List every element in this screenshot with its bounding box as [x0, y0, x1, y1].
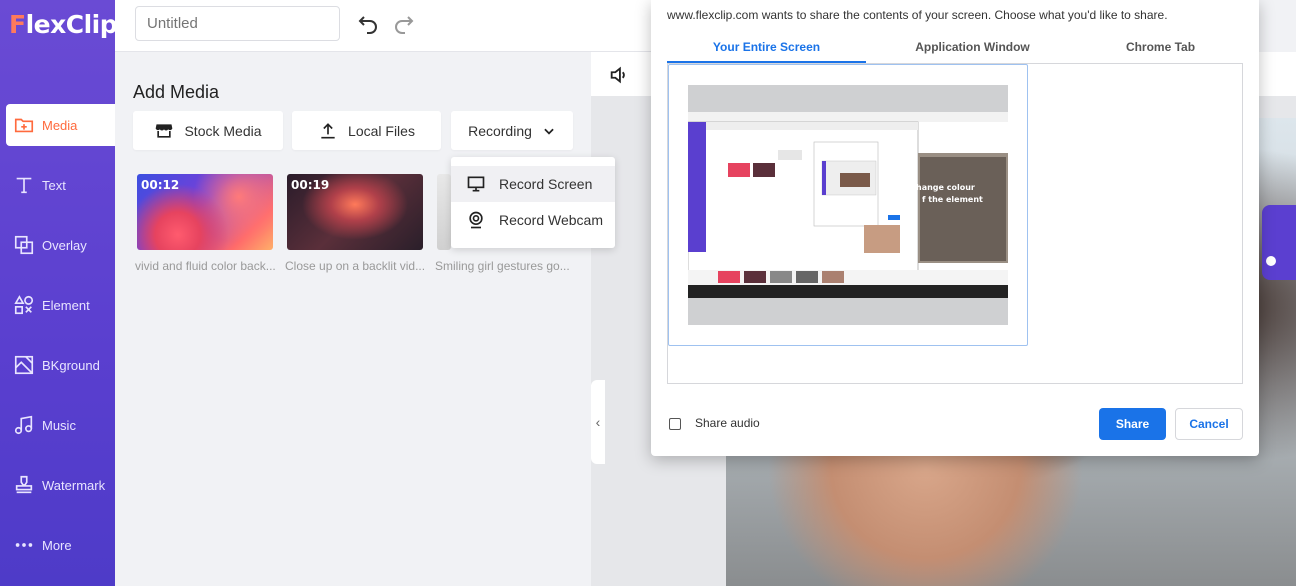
monitor-icon	[467, 176, 485, 192]
upload-icon	[321, 122, 335, 138]
sidebar-item-more[interactable]: More	[6, 524, 115, 566]
record-screen-label: Record Screen	[499, 176, 593, 192]
media-thumbnail[interactable]	[437, 174, 451, 250]
chevron-down-icon	[544, 128, 554, 135]
sidebar-item-label: Watermark	[42, 477, 106, 493]
flexclip-logo[interactable]: FlexClip	[9, 10, 118, 39]
panel-title: Add Media	[133, 82, 220, 102]
project-title-input[interactable]	[135, 6, 340, 41]
music-note-icon	[6, 414, 42, 436]
tab-chrome-tab[interactable]: Chrome Tab	[1071, 40, 1250, 54]
media-caption: vivid and fluid color back...	[135, 259, 275, 273]
svg-text:f the element: f the element	[922, 195, 983, 204]
screen-thumbnail: hange colour f the element	[688, 85, 1008, 325]
watermark-stamp-icon	[6, 474, 42, 496]
media-caption: Close up on a backlit vid...	[285, 259, 425, 273]
text-icon	[6, 174, 42, 196]
sidebar-item-watermark[interactable]: Watermark	[6, 464, 115, 506]
local-files-label: Local Files	[348, 122, 415, 139]
sidebar-item-label: More	[42, 537, 72, 553]
side-panel-tab[interactable]	[1262, 205, 1296, 280]
recording-label: Recording	[468, 122, 532, 139]
cancel-button[interactable]: Cancel	[1175, 408, 1243, 440]
sidebar-item-label: Element	[42, 297, 90, 313]
duration-label: 00:19	[291, 178, 330, 192]
undo-icon[interactable]	[356, 12, 380, 36]
media-thumbnail[interactable]: 00:19	[287, 174, 423, 250]
sidebar-item-label: BKground	[42, 357, 100, 373]
sidebar-item-label: Overlay	[42, 237, 87, 253]
sidebar-item-bkground[interactable]: BKground	[6, 344, 115, 386]
dot-icon	[1266, 256, 1276, 266]
chevron-left-icon: ‹	[595, 414, 601, 430]
share-button[interactable]: Share	[1099, 408, 1166, 440]
stock-media-label: Stock Media	[184, 122, 262, 139]
overlay-icon	[6, 234, 42, 256]
sidebar-item-overlay[interactable]: Overlay	[6, 224, 115, 266]
media-thumbnail[interactable]: 00:12	[137, 174, 273, 250]
tab-application-window[interactable]: Application Window	[873, 40, 1072, 54]
recording-button[interactable]: Recording	[451, 111, 573, 150]
redo-icon[interactable]	[392, 12, 416, 36]
sidebar-item-label: Music	[42, 417, 76, 433]
element-shapes-icon	[6, 294, 42, 316]
record-webcam-option[interactable]: Record Webcam	[451, 202, 615, 238]
record-screen-option[interactable]: Record Screen	[451, 166, 615, 202]
sidebar-item-label: Media	[42, 117, 78, 133]
store-icon	[156, 123, 173, 138]
screen-share-dialog: www.flexclip.com wants to share the cont…	[651, 0, 1259, 456]
volume-icon[interactable]	[608, 64, 630, 86]
record-webcam-label: Record Webcam	[499, 212, 604, 228]
sidebar-item-music[interactable]: Music	[6, 404, 115, 446]
top-bar	[115, 0, 655, 52]
collapse-panel-button[interactable]: ‹	[591, 380, 605, 464]
sidebar-item-media[interactable]: Media	[6, 104, 115, 146]
media-plus-icon	[6, 114, 42, 136]
duration-label: 00:12	[141, 178, 180, 192]
recording-dropdown: Record Screen Record Webcam	[451, 157, 615, 248]
share-audio-checkbox[interactable]	[669, 418, 681, 430]
media-caption: Smiling girl gestures go...	[435, 259, 570, 273]
more-dots-icon	[6, 534, 42, 556]
share-audio-label: Share audio	[695, 416, 760, 430]
dialog-message: www.flexclip.com wants to share the cont…	[667, 8, 1168, 22]
svg-text:hange colour: hange colour	[916, 183, 975, 192]
sidebar: FlexClip Media Text Overlay Element BKgr…	[0, 0, 118, 586]
background-icon	[6, 354, 42, 376]
webcam-icon	[469, 211, 483, 229]
local-files-button[interactable]: Local Files	[292, 111, 441, 150]
tab-entire-screen[interactable]: Your Entire Screen	[667, 40, 866, 54]
sidebar-item-text[interactable]: Text	[6, 164, 115, 206]
sidebar-item-element[interactable]: Element	[6, 284, 115, 326]
stock-media-button[interactable]: Stock Media	[133, 111, 283, 150]
sidebar-item-label: Text	[42, 177, 66, 193]
